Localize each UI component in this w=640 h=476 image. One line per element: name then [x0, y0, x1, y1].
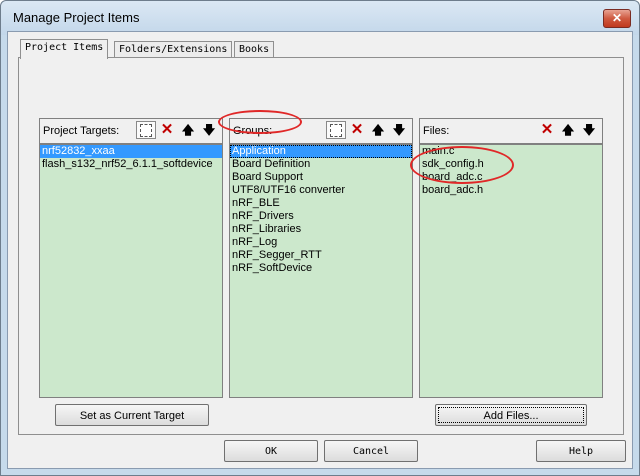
dialog-client-area: Project Items Folders/Extensions Books P…: [7, 31, 633, 469]
list-item[interactable]: nrf52832_xxaa: [40, 145, 222, 158]
tab-folders-extensions[interactable]: Folders/Extensions: [114, 41, 233, 58]
move-group-up-button[interactable]: 🡅: [368, 121, 388, 139]
new-item-icon: [330, 124, 342, 137]
groups-toolbar: ✕ 🡅 🡇: [326, 121, 410, 139]
ok-button[interactable]: OK: [224, 440, 318, 462]
move-up-icon: 🡅: [371, 123, 385, 137]
move-target-up-button[interactable]: 🡅: [178, 121, 198, 139]
new-item-icon: [140, 124, 152, 137]
set-current-target-button[interactable]: Set as Current Target: [55, 404, 209, 426]
project-targets-toolbar: ✕ 🡅 🡇: [136, 121, 220, 139]
delete-icon: ✕: [350, 121, 364, 138]
new-group-button[interactable]: [326, 121, 346, 139]
move-file-down-button[interactable]: 🡇: [579, 121, 599, 139]
list-item[interactable]: nRF_Libraries: [230, 223, 412, 236]
project-items-tab-panel: Project Targets: ✕ 🡅 🡇 nrf52832_xxaa fla…: [18, 57, 624, 435]
move-target-down-button[interactable]: 🡇: [199, 121, 219, 139]
tab-books[interactable]: Books: [234, 41, 275, 58]
list-item[interactable]: nRF_SoftDevice: [230, 262, 412, 275]
move-down-icon: 🡇: [392, 123, 406, 137]
list-item[interactable]: board_adc.h: [420, 184, 602, 197]
delete-file-button[interactable]: ✕: [537, 121, 557, 139]
cancel-button[interactable]: Cancel: [324, 440, 418, 462]
delete-icon: ✕: [160, 121, 174, 138]
list-item[interactable]: Application: [230, 145, 412, 158]
list-item[interactable]: UTF8/UTF16 converter: [230, 184, 412, 197]
move-up-icon: 🡅: [561, 123, 575, 137]
list-item[interactable]: nRF_BLE: [230, 197, 412, 210]
groups-panel: Groups: ✕ 🡅 🡇 Application Board Definiti…: [229, 118, 413, 398]
move-down-icon: 🡇: [202, 123, 216, 137]
add-files-button[interactable]: Add Files...: [435, 404, 587, 426]
project-targets-label: Project Targets:: [43, 125, 120, 137]
tab-project-items[interactable]: Project Items: [20, 39, 109, 59]
move-file-up-button[interactable]: 🡅: [558, 121, 578, 139]
groups-list[interactable]: Application Board Definition Board Suppo…: [229, 144, 413, 398]
move-down-icon: 🡇: [582, 123, 596, 137]
help-button[interactable]: Help: [536, 440, 626, 462]
delete-group-button[interactable]: ✕: [347, 121, 367, 139]
files-header: Files: ✕ 🡅 🡇: [419, 118, 603, 144]
list-item[interactable]: flash_s132_nrf52_6.1.1_softdevice: [40, 158, 222, 171]
list-item[interactable]: nRF_Log: [230, 236, 412, 249]
manage-project-items-dialog: Manage Project Items ✕ Project Items Fol…: [0, 0, 640, 476]
list-item[interactable]: nRF_Drivers: [230, 210, 412, 223]
project-targets-list[interactable]: nrf52832_xxaa flash_s132_nrf52_6.1.1_sof…: [39, 144, 223, 398]
annotation-ring-board-adc: [410, 146, 514, 184]
title-bar[interactable]: Manage Project Items ✕: [1, 1, 639, 35]
move-group-down-button[interactable]: 🡇: [389, 121, 409, 139]
files-label: Files:: [423, 125, 450, 137]
move-up-icon: 🡅: [181, 123, 195, 137]
list-item[interactable]: Board Support: [230, 171, 412, 184]
new-target-button[interactable]: [136, 121, 156, 139]
project-targets-panel: Project Targets: ✕ 🡅 🡇 nrf52832_xxaa fla…: [39, 118, 223, 398]
list-item[interactable]: nRF_Segger_RTT: [230, 249, 412, 262]
annotation-ring-application: [218, 110, 302, 134]
delete-target-button[interactable]: ✕: [157, 121, 177, 139]
delete-icon: ✕: [540, 121, 554, 138]
project-targets-header: Project Targets: ✕ 🡅 🡇: [39, 118, 223, 144]
window-title: Manage Project Items: [13, 10, 140, 25]
files-toolbar: ✕ 🡅 🡇: [537, 121, 600, 139]
close-button[interactable]: ✕: [603, 9, 631, 28]
list-item[interactable]: Board Definition: [230, 158, 412, 171]
